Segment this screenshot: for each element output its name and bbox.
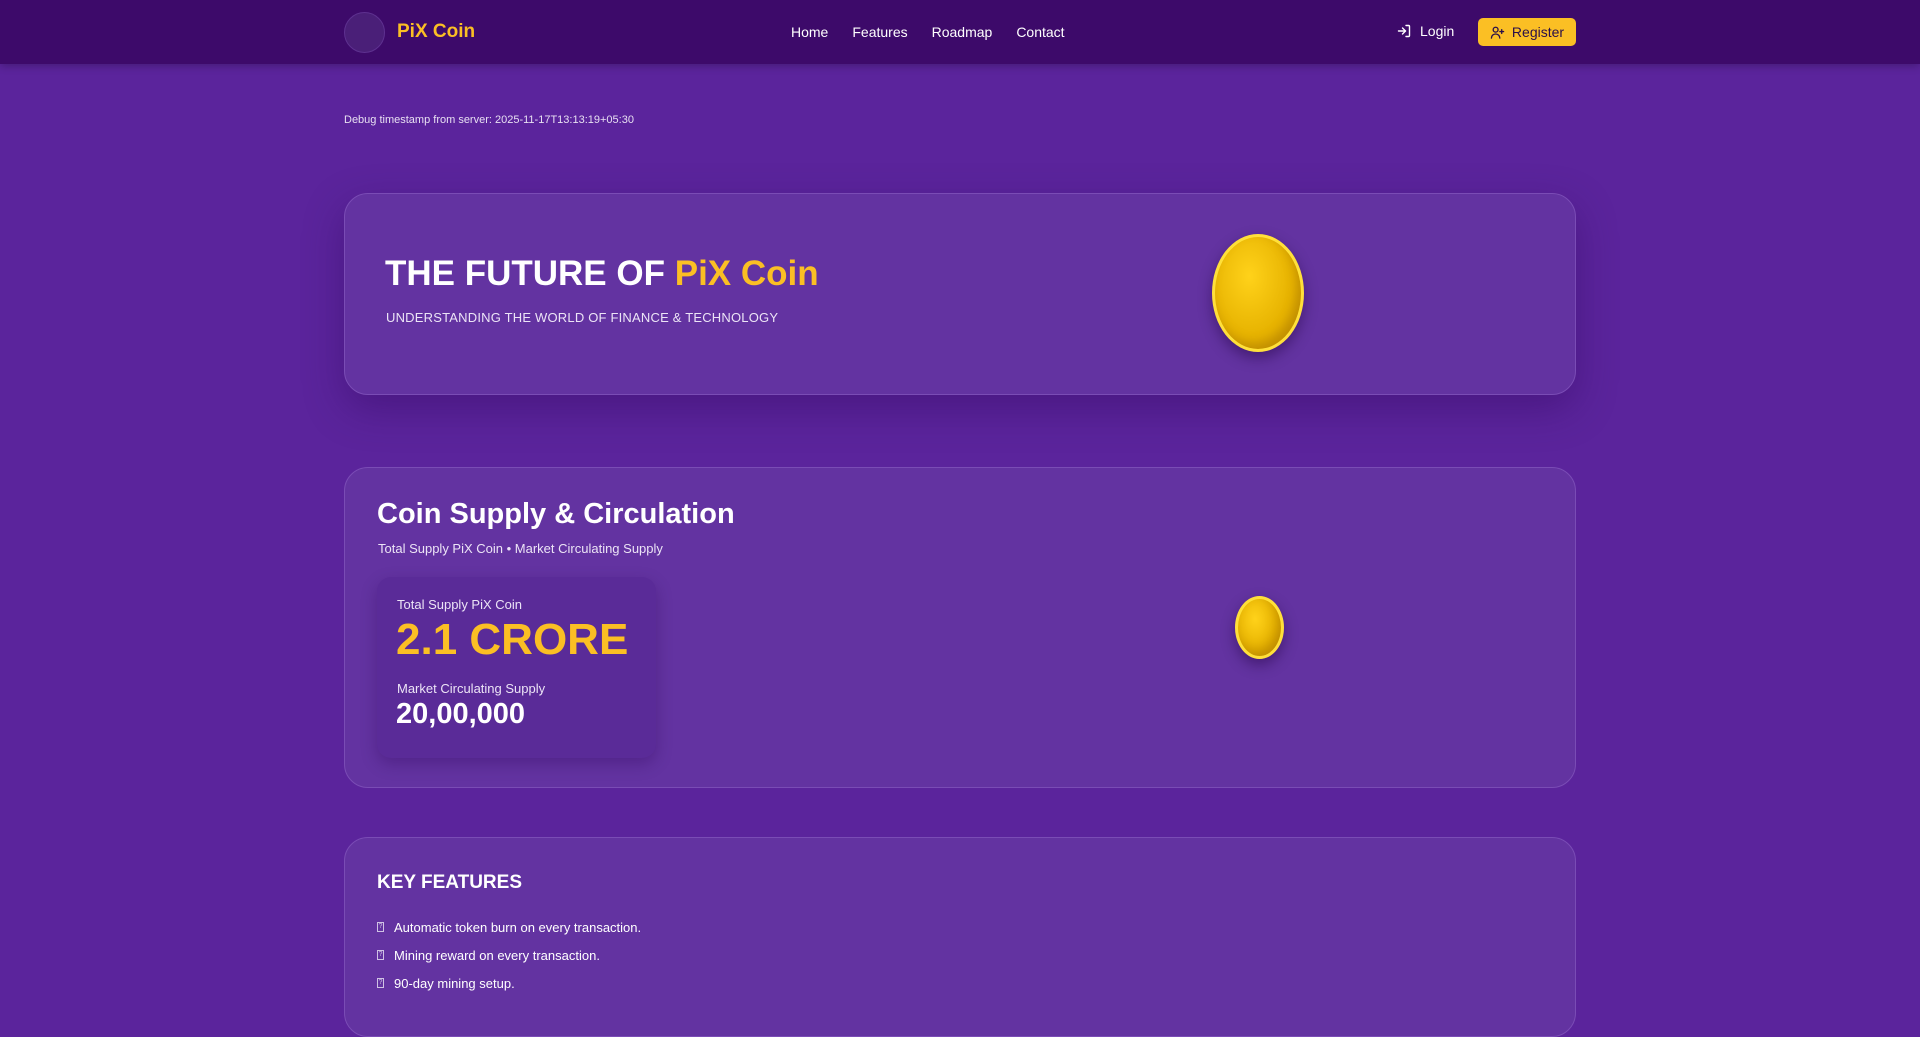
login-icon: [1397, 24, 1411, 38]
coin-image: [1212, 234, 1304, 352]
nav-link-contact[interactable]: Contact: [1016, 24, 1064, 40]
register-button[interactable]: Register: [1478, 18, 1576, 46]
register-label: Register: [1511, 24, 1565, 40]
feature-item: ? Automatic token burn on every transact…: [377, 913, 641, 941]
feature-bullet-icon: ?: [377, 922, 384, 932]
brand-name[interactable]: PiX Coin: [397, 21, 475, 43]
total-supply-label: Total Supply PiX Coin: [397, 597, 523, 612]
supply-stat-box: Total Supply PiX Coin 2.1 CRORE Market C…: [377, 577, 656, 758]
login-button[interactable]: Login: [1396, 19, 1454, 43]
supply-card: Coin Supply & Circulation Total Supply P…: [344, 467, 1576, 788]
user-plus-icon: [1490, 26, 1505, 39]
nav-link-home[interactable]: Home: [791, 24, 828, 40]
navbar-inner: PiX Coin Home Features Roadmap Contact L…: [344, 0, 1576, 64]
circulating-supply-label: Market Circulating Supply: [397, 681, 546, 696]
feature-text: 90-day mining setup.: [394, 975, 515, 991]
supply-subtitle: Total Supply PiX Coin • Market Circulati…: [378, 541, 663, 556]
nav-links: Home Features Roadmap Contact: [791, 0, 1065, 64]
feature-bullet-icon: ?: [377, 978, 384, 988]
hero-card: THE FUTURE OF PiX Coin UNDERSTANDING THE…: [344, 193, 1576, 395]
debug-timestamp: Debug timestamp from server: 2025-11-17T…: [344, 114, 634, 126]
feature-item: ? Mining reward on every transaction.: [377, 941, 641, 969]
feature-text: Mining reward on every transaction.: [394, 947, 600, 963]
circulating-supply-value: 20,00,000: [396, 698, 526, 730]
supply-title: Coin Supply & Circulation: [377, 498, 735, 530]
hero-subtitle: UNDERSTANDING THE WORLD OF FINANCE & TEC…: [386, 310, 779, 325]
login-label: Login: [1420, 23, 1455, 39]
hero-title-prefix: THE FUTURE OF: [385, 254, 675, 293]
hero-title-accent: PiX Coin: [674, 254, 819, 293]
features-card: KEY FEATURES ? Automatic token burn on e…: [344, 837, 1576, 1037]
total-supply-value: 2.1 CRORE: [396, 615, 629, 664]
features-title: KEY FEATURES: [377, 872, 522, 893]
feature-list: ? Automatic token burn on every transact…: [377, 913, 641, 997]
hero-title: THE FUTURE OF PiX Coin: [385, 254, 819, 294]
nav-link-roadmap[interactable]: Roadmap: [932, 24, 993, 40]
top-navbar: PiX Coin Home Features Roadmap Contact L…: [0, 0, 1920, 64]
nav-link-features[interactable]: Features: [852, 24, 907, 40]
brand-logo[interactable]: [344, 11, 385, 53]
brand[interactable]: PiX Coin: [344, 11, 475, 53]
feature-bullet-icon: ?: [377, 950, 384, 960]
coin-small-image: [1235, 596, 1284, 659]
feature-text: Automatic token burn on every transactio…: [394, 919, 642, 935]
